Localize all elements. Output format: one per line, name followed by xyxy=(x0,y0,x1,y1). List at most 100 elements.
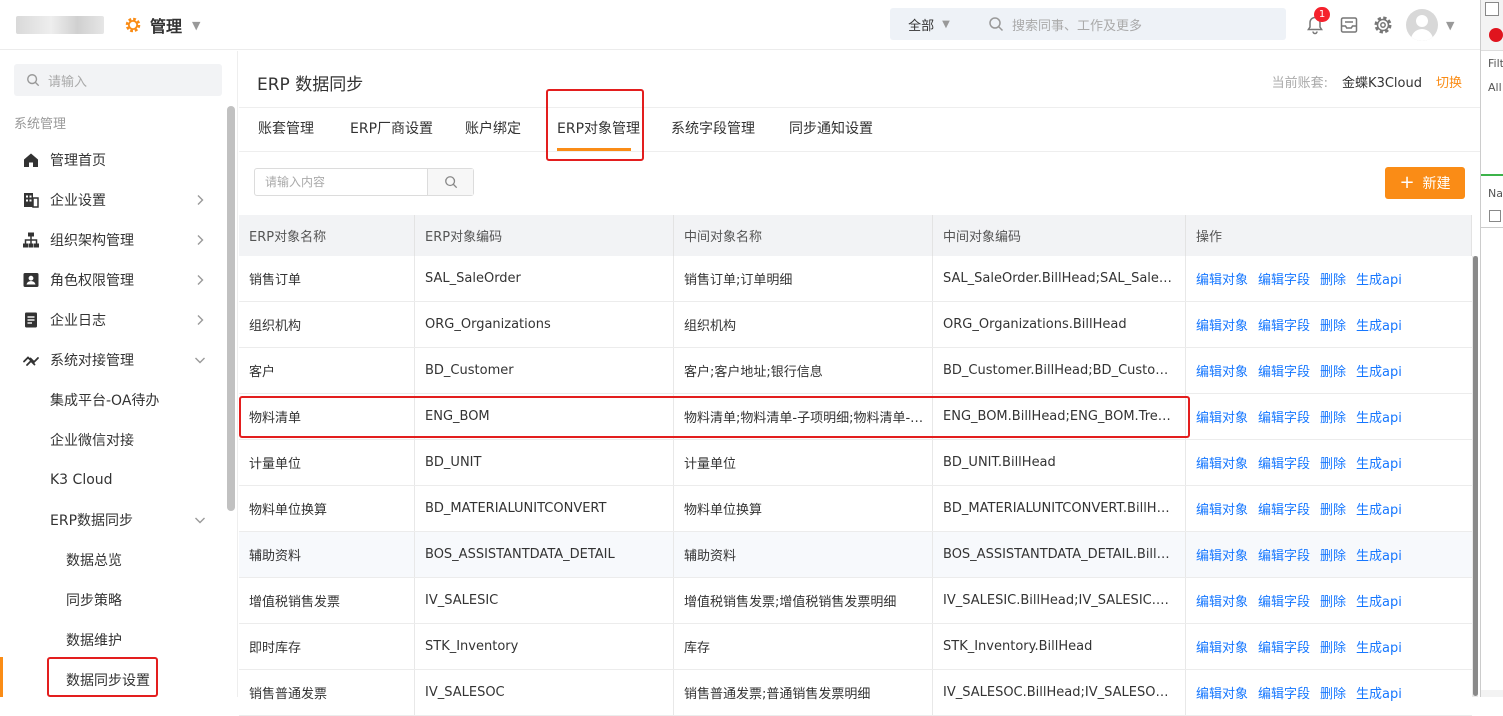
table-cell: 销售订单;订单明细 xyxy=(674,256,933,301)
table-cell: ORG_Organizations.BillHead xyxy=(933,302,1186,347)
table-row[interactable]: 销售订单 SAL_SaleOrder 销售订单;订单明细 SAL_SaleOrder.… xyxy=(239,256,1472,302)
delete-link[interactable]: 删除 xyxy=(1320,315,1346,334)
generate-api-link[interactable]: 生成api xyxy=(1356,591,1402,610)
generate-api-link[interactable]: 生成api xyxy=(1356,361,1402,380)
table-scrollbar[interactable] xyxy=(1473,256,1478,696)
table-row[interactable]: 物料单位换算 BD_MATERIALUNITCONVERT 物料单位换算 BD_MAT… xyxy=(239,486,1472,532)
delete-link[interactable]: 删除 xyxy=(1320,591,1346,610)
delete-link[interactable]: 删除 xyxy=(1320,361,1346,380)
generate-api-link[interactable]: 生成api xyxy=(1356,545,1402,564)
search-scope-select[interactable]: 全部 ▼ xyxy=(890,8,968,40)
inbox-button[interactable] xyxy=(1332,9,1366,41)
generate-api-link[interactable]: 生成api xyxy=(1356,499,1402,518)
edit-fields-link[interactable]: 编辑字段 xyxy=(1258,591,1310,610)
edit-object-link[interactable]: 编辑对象 xyxy=(1196,499,1248,518)
edit-object-link[interactable]: 编辑对象 xyxy=(1196,269,1248,288)
tab-account-binding[interactable]: 账户绑定 xyxy=(465,108,521,152)
sidebar-item-org[interactable]: 组织架构管理 xyxy=(0,220,222,260)
generate-api-link[interactable]: 生成api xyxy=(1356,637,1402,656)
edit-fields-link[interactable]: 编辑字段 xyxy=(1258,453,1310,472)
edit-object-link[interactable]: 编辑对象 xyxy=(1196,453,1248,472)
sidebar-item-integration[interactable]: 系统对接管理 xyxy=(0,340,222,380)
adjacent-window: Filt All Nar xyxy=(1480,0,1503,697)
generate-api-link[interactable]: 生成api xyxy=(1356,269,1402,288)
generate-api-link[interactable]: 生成api xyxy=(1356,407,1402,426)
main-content: ERP 数据同步 当前账套: 金蝶K3Cloud 切换 账套管理 ERP厂商设置… xyxy=(239,51,1480,716)
table-row[interactable]: 销售普通发票 IV_SALESOC 销售普通发票;普通销售发票明细 IV_SALESO… xyxy=(239,670,1472,716)
filter-search-button[interactable] xyxy=(427,169,473,195)
table-row[interactable]: 辅助资料 BOS_ASSISTANTDATA_DETAIL 辅助资料 BOS_ASSI… xyxy=(239,532,1472,578)
app-switcher[interactable]: 管理 ▼ xyxy=(124,12,200,38)
edit-fields-link[interactable]: 编辑字段 xyxy=(1258,269,1310,288)
new-button-label: 新建 xyxy=(1422,176,1451,192)
edit-object-link[interactable]: 编辑对象 xyxy=(1196,407,1248,426)
delete-link[interactable]: 删除 xyxy=(1320,683,1346,702)
actions-cell: 编辑对象 编辑字段 删除 生成api xyxy=(1186,256,1472,301)
table-row[interactable]: 计量单位 BD_UNIT 计量单位 BD_UNIT.BillHead 编辑对象 编辑字段删… xyxy=(239,440,1472,486)
edit-object-link[interactable]: 编辑对象 xyxy=(1196,591,1248,610)
settings-button[interactable] xyxy=(1366,9,1400,41)
row-checkbox[interactable] xyxy=(1489,210,1501,222)
all-label[interactable]: All xyxy=(1488,81,1502,94)
table-row[interactable]: 增值税销售发票 IV_SALESIC 增值税销售发票;增值税销售发票明细 IV_SAL… xyxy=(239,578,1472,624)
new-button[interactable]: + 新建 xyxy=(1385,167,1465,199)
chevron-down-icon[interactable]: ▼ xyxy=(1446,19,1454,32)
sidebar-item-company-settings[interactable]: 企业设置 xyxy=(0,180,222,220)
tab-account-sets[interactable]: 账套管理 xyxy=(258,108,314,152)
generate-api-link[interactable]: 生成api xyxy=(1356,315,1402,334)
table-row[interactable]: 客户 BD_Customer 客户;客户地址;银行信息 BD_Customer.Bil… xyxy=(239,348,1472,394)
tab-vendor-settings[interactable]: ERP厂商设置 xyxy=(350,108,433,152)
record-icon[interactable] xyxy=(1489,28,1503,42)
delete-link[interactable]: 删除 xyxy=(1320,637,1346,656)
actions-cell: 编辑对象 编辑字段 删除 生成api xyxy=(1186,532,1472,577)
generate-api-link[interactable]: 生成api xyxy=(1356,453,1402,472)
cell-text: 计量单位 xyxy=(249,457,302,472)
delete-link[interactable]: 删除 xyxy=(1320,453,1346,472)
company-logo-blurred[interactable] xyxy=(16,16,104,34)
avatar[interactable] xyxy=(1406,9,1438,41)
table-row[interactable]: 组织机构 ORG_Organizations 组织机构 ORG_Organizatio… xyxy=(239,302,1472,348)
adjacent-panel: Filt All Nar xyxy=(1481,50,1503,690)
sidebar-search-input[interactable]: 请输入 xyxy=(14,64,222,96)
delete-link[interactable]: 删除 xyxy=(1320,545,1346,564)
sidebar-subitem-wecom[interactable]: 企业微信对接 xyxy=(50,420,134,460)
cell-text: BD_Customer xyxy=(425,363,514,378)
filter-input[interactable] xyxy=(255,169,427,195)
window-checkbox[interactable] xyxy=(1485,2,1499,16)
home-icon xyxy=(24,153,38,167)
table-row[interactable]: 即时库存 STK_Inventory 库存 STK_Inventory.BillHea… xyxy=(239,624,1472,670)
edit-fields-link[interactable]: 编辑字段 xyxy=(1258,683,1310,702)
sidebar-subitem-k3cloud[interactable]: K3 Cloud xyxy=(50,460,113,500)
edit-fields-link[interactable]: 编辑字段 xyxy=(1258,499,1310,518)
sidebar-subitem-overview[interactable]: 数据总览 xyxy=(66,540,122,580)
tab-sync-notifications[interactable]: 同步通知设置 xyxy=(789,108,873,152)
edit-fields-link[interactable]: 编辑字段 xyxy=(1258,545,1310,564)
edit-object-link[interactable]: 编辑对象 xyxy=(1196,683,1248,702)
sidebar-item-logs[interactable]: 企业日志 xyxy=(0,300,222,340)
delete-link[interactable]: 删除 xyxy=(1320,499,1346,518)
edit-object-link[interactable]: 编辑对象 xyxy=(1196,361,1248,380)
table-header: ERP对象名称 ERP对象编码 中间对象名称 中间对象编码 操作 xyxy=(239,215,1472,256)
edit-fields-link[interactable]: 编辑字段 xyxy=(1258,407,1310,426)
notification-button[interactable]: 1 xyxy=(1298,7,1332,41)
cell-text: 销售普通发票;普通销售发票明细 xyxy=(684,687,871,702)
sidebar-scrollbar[interactable] xyxy=(227,106,235,511)
edit-fields-link[interactable]: 编辑字段 xyxy=(1258,637,1310,656)
cell-text: IV_SALESOC.BillHead;IV_SALESOC.SALESICEN… xyxy=(943,685,1185,700)
edit-object-link[interactable]: 编辑对象 xyxy=(1196,637,1248,656)
delete-link[interactable]: 删除 xyxy=(1320,269,1346,288)
sidebar-subitem-strategy[interactable]: 同步策略 xyxy=(66,580,122,620)
search-input[interactable]: 搜索同事、工作及更多 xyxy=(1012,15,1142,34)
sidebar-subitem-oa[interactable]: 集成平台-OA待办 xyxy=(50,380,159,420)
switch-account-link[interactable]: 切换 xyxy=(1436,72,1462,91)
tab-system-fields[interactable]: 系统字段管理 xyxy=(671,108,755,152)
edit-object-link[interactable]: 编辑对象 xyxy=(1196,315,1248,334)
sidebar-item-home[interactable]: 管理首页 xyxy=(0,140,222,180)
edit-fields-link[interactable]: 编辑字段 xyxy=(1258,361,1310,380)
sidebar-subitem-maintenance[interactable]: 数据维护 xyxy=(66,620,122,660)
delete-link[interactable]: 删除 xyxy=(1320,407,1346,426)
generate-api-link[interactable]: 生成api xyxy=(1356,683,1402,702)
edit-fields-link[interactable]: 编辑字段 xyxy=(1258,315,1310,334)
sidebar-item-roles[interactable]: 角色权限管理 xyxy=(0,260,222,300)
edit-object-link[interactable]: 编辑对象 xyxy=(1196,545,1248,564)
